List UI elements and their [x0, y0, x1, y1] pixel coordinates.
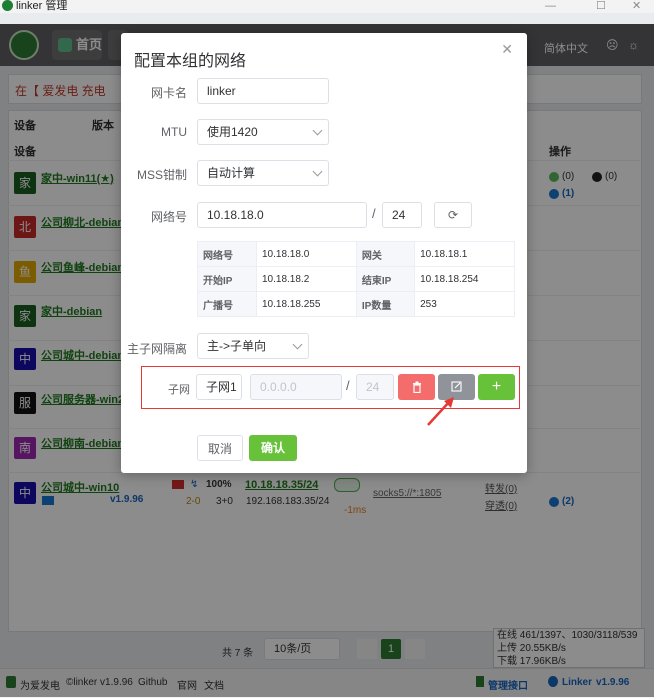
mtu-label: MTU	[161, 125, 187, 139]
arrow-annotation-icon	[427, 397, 454, 426]
cancel-button[interactable]: 取消	[197, 435, 243, 461]
info-value: 10.18.18.255	[256, 291, 357, 317]
mtu-value: 使用1420	[207, 125, 258, 139]
subnet-name-input[interactable]: 子网1	[196, 374, 242, 400]
window-titlebar: linker 管理 — ☐ ✕	[0, 0, 654, 13]
isolation-value: 主->子单向	[207, 339, 267, 353]
subnet-label: 子网	[168, 384, 190, 396]
window-title: linker 管理	[16, 0, 68, 12]
network-label: 网络号	[150, 210, 187, 224]
info-key: 结束IP	[355, 266, 416, 292]
chevron-down-icon	[312, 125, 323, 136]
minimize-icon[interactable]: —	[545, 0, 556, 12]
dialog-title: 配置本组的网络	[134, 53, 247, 70]
mask-input[interactable]: 24	[382, 202, 422, 228]
subnet-ip-input[interactable]: 0.0.0.0	[250, 374, 342, 400]
network-info-table: 网络号 10.18.18.0 网关 10.18.18.1 开始IP 10.18.…	[197, 241, 515, 317]
info-key: 网关	[355, 241, 416, 267]
nic-input[interactable]: linker	[197, 78, 329, 104]
refresh-button[interactable]: ⟳	[434, 202, 472, 228]
nic-label: 网卡名	[150, 86, 187, 100]
refresh-icon: ⟳	[447, 208, 459, 222]
info-value: 10.18.18.2	[256, 266, 357, 292]
info-value: 10.18.18.0	[256, 241, 357, 267]
info-key: IP数量	[355, 291, 416, 317]
info-value: 253	[414, 291, 515, 317]
network-input[interactable]: 10.18.18.0	[197, 202, 367, 228]
confirm-button[interactable]: 确认	[249, 435, 297, 461]
isolation-select[interactable]: 主->子单向	[197, 333, 309, 359]
chevron-down-icon	[312, 166, 323, 177]
app-logo-icon	[2, 0, 13, 11]
close-window-icon[interactable]: ✕	[632, 0, 641, 12]
info-value: 10.18.18.1	[414, 241, 515, 267]
mss-select[interactable]: 自动计算	[197, 160, 329, 186]
edit-icon	[451, 381, 462, 392]
maximize-icon[interactable]: ☐	[596, 0, 606, 12]
close-icon[interactable]: ✕	[501, 41, 513, 58]
subnet-mask-input[interactable]: 24	[356, 374, 394, 400]
info-key: 网络号	[197, 241, 257, 267]
chevron-down-icon	[292, 339, 303, 350]
mtu-select[interactable]: 使用1420	[197, 119, 329, 145]
slash-separator: /	[372, 206, 376, 221]
info-key: 开始IP	[197, 266, 257, 292]
mss-label: MSS钳制	[136, 168, 187, 182]
isolation-label: 主子网隔离	[126, 342, 187, 356]
info-value: 10.18.18.254	[414, 266, 515, 292]
add-subnet-button[interactable]: +	[478, 374, 515, 400]
info-key: 广播号	[197, 291, 257, 317]
slash-separator: /	[346, 378, 350, 393]
mss-value: 自动计算	[207, 166, 256, 180]
trash-icon	[412, 381, 421, 394]
